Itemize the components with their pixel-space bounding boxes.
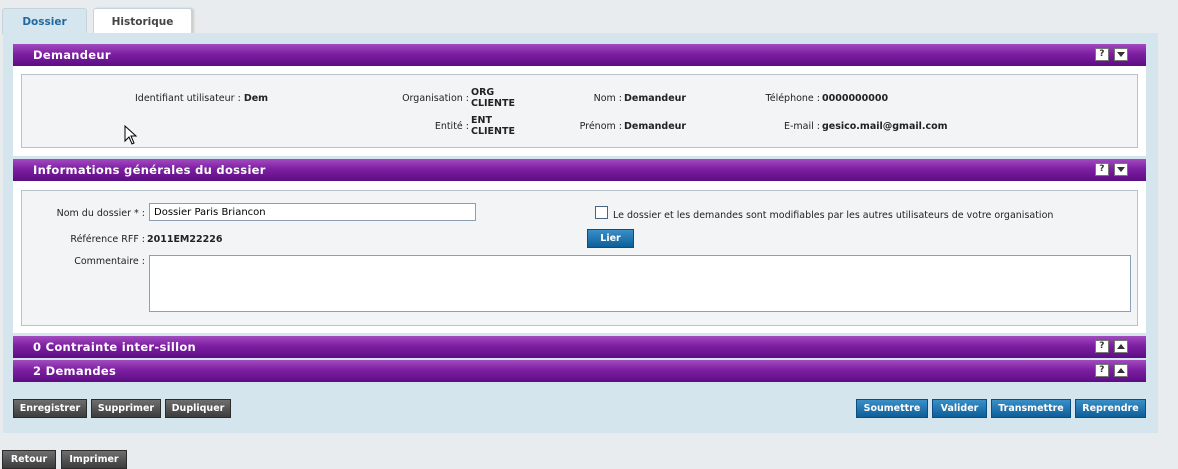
informations-form-box: Nom du dossier * : Référence RFF : 2011E…: [21, 190, 1138, 326]
nom-value: Demandeur: [624, 93, 687, 104]
section-body-informations: Nom du dossier * : Référence RFF : 2011E…: [13, 181, 1146, 333]
help-icon[interactable]: ?: [1095, 48, 1109, 61]
identifiant-field: Identifiant utilisateur : Dem: [135, 93, 268, 104]
reprendre-button[interactable]: Reprendre: [1075, 399, 1146, 418]
section-title: 0 Contrainte inter-sillon: [33, 340, 197, 354]
email-value: gesico.mail@gmail.com: [822, 121, 948, 132]
entite-value: ENT CLIENTE: [471, 115, 515, 137]
entite-label: Entité :: [434, 121, 469, 132]
identifiant-label: Identifiant utilisateur :: [135, 93, 241, 104]
organisation-value-line1: ORG: [471, 87, 495, 98]
organisation-value: ORG CLIENTE: [471, 87, 515, 109]
enregistrer-button[interactable]: Enregistrer: [13, 399, 87, 418]
modifiable-checkbox-label: Le dossier et les demandes sont modifiab…: [613, 210, 1054, 221]
help-icon[interactable]: ?: [1095, 340, 1109, 353]
collapse-icon[interactable]: [1114, 48, 1128, 61]
telephone-value: 0000000000: [822, 93, 889, 104]
valider-button[interactable]: Valider: [932, 399, 987, 418]
organisation-value-line2: CLIENTE: [471, 98, 515, 109]
section-title: Demandeur: [33, 48, 111, 62]
telephone-label: Téléphone :: [765, 93, 820, 104]
section-header-demandes[interactable]: 2 Demandes ?: [13, 360, 1146, 382]
prenom-label: Prénom :: [579, 121, 622, 132]
organisation-label: Organisation :: [402, 93, 469, 104]
section-title: Informations générales du dossier: [33, 163, 266, 177]
soumettre-button[interactable]: Soumettre: [856, 399, 928, 418]
commentaire-textarea[interactable]: [149, 255, 1131, 312]
retour-button[interactable]: Retour: [2, 450, 56, 469]
email-label: E-mail :: [783, 121, 820, 132]
mouse-cursor-icon: [124, 125, 138, 145]
dossier-panel: Demandeur ? Identifiant utilisateur : De…: [3, 33, 1158, 433]
reference-rff-label: Référence RFF :: [70, 234, 145, 245]
lier-button[interactable]: Lier: [587, 229, 634, 248]
transmettre-button[interactable]: Transmettre: [991, 399, 1071, 418]
supprimer-button[interactable]: Supprimer: [91, 399, 161, 418]
section-header-contraintes[interactable]: 0 Contrainte inter-sillon ?: [13, 336, 1146, 358]
prenom-value: Demandeur: [624, 121, 687, 132]
nom-dossier-label: Nom du dossier * :: [56, 208, 145, 219]
section-header-demandeur[interactable]: Demandeur ?: [13, 44, 1146, 66]
reference-rff-value: 2011EM22226: [147, 234, 223, 245]
expand-icon[interactable]: [1114, 340, 1128, 353]
help-icon[interactable]: ?: [1095, 364, 1109, 377]
tab-historique[interactable]: Historique: [93, 8, 192, 34]
section-body-demandeur: Identifiant utilisateur : Dem Organisati…: [13, 66, 1146, 156]
entite-value-line2: CLIENTE: [471, 126, 515, 137]
tab-dossier[interactable]: Dossier: [2, 8, 87, 34]
expand-icon[interactable]: [1114, 364, 1128, 377]
modifiable-checkbox[interactable]: [595, 206, 608, 219]
imprimer-button[interactable]: Imprimer: [61, 450, 127, 469]
entite-value-line1: ENT: [471, 115, 492, 126]
identifiant-value: Dem: [243, 93, 269, 104]
section-header-informations[interactable]: Informations générales du dossier ?: [13, 159, 1146, 181]
nom-label: Nom :: [593, 93, 622, 104]
collapse-icon[interactable]: [1114, 163, 1128, 176]
help-icon[interactable]: ?: [1095, 163, 1109, 176]
nom-dossier-input[interactable]: [149, 203, 476, 221]
demandeur-info-box: Identifiant utilisateur : Dem Organisati…: [21, 74, 1138, 148]
section-title: 2 Demandes: [33, 364, 117, 378]
dupliquer-button[interactable]: Dupliquer: [165, 399, 231, 418]
commentaire-label: Commentaire :: [74, 256, 145, 267]
